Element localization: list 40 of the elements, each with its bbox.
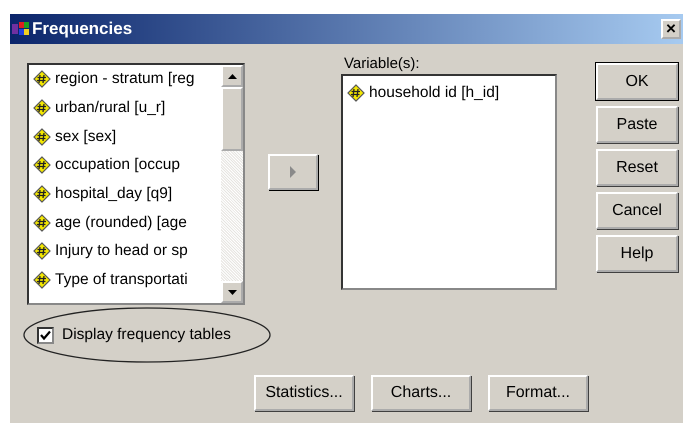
variable-list[interactable]: region - stratum [reg urban/rural [u_r] sex [sex] occupation [occup hospital_day [q9] age (rounded) [age Injury to head or sp Type of transportati — [27, 63, 245, 305]
close-button[interactable]: × — [661, 19, 681, 39]
numeric-variable-icon — [33, 242, 51, 260]
app-icon — [12, 21, 30, 37]
variable-name[interactable]: Injury to head or sp — [55, 242, 188, 260]
variable-name[interactable]: Type of transportati — [55, 271, 188, 290]
right-arrow-icon — [289, 166, 297, 178]
dialog-button[interactable]: Statistics... — [254, 375, 354, 411]
down-arrow-icon — [228, 290, 236, 294]
numeric-variable-icon — [33, 271, 51, 290]
numeric-variable-icon — [33, 128, 51, 146]
dialog-button[interactable]: Format... — [488, 375, 588, 411]
variable-name[interactable]: household id [h_id] — [369, 84, 500, 102]
variable-name[interactable]: hospital_day [q9] — [55, 185, 172, 204]
scroll-thumb[interactable] — [221, 87, 243, 151]
numeric-variable-icon — [33, 156, 51, 174]
numeric-variable-icon — [33, 70, 51, 88]
variable-name[interactable]: age (rounded) [age — [55, 214, 187, 232]
checkbox[interactable] — [37, 326, 54, 344]
numeric-variable-icon — [33, 185, 51, 204]
scroll-up-button[interactable] — [221, 65, 243, 87]
variable-name[interactable]: sex [sex] — [55, 128, 116, 146]
dialog-button[interactable]: OK — [596, 63, 678, 100]
dialog-button[interactable]: Paste — [596, 106, 678, 143]
selected-variables-list[interactable]: household id [h_id] — [341, 74, 557, 290]
variable-name[interactable]: occupation [occup — [55, 156, 180, 174]
variables-label: Variable(s): — [344, 55, 421, 74]
scroll-down-button[interactable] — [221, 281, 243, 303]
numeric-variable-icon — [347, 84, 365, 102]
up-arrow-icon — [228, 74, 236, 78]
numeric-variable-icon — [33, 99, 51, 118]
variable-name[interactable]: urban/rural [u_r] — [55, 99, 166, 118]
scrollbar[interactable] — [221, 65, 243, 303]
window-title: Frequencies — [32, 19, 134, 39]
dialog-button[interactable]: Charts... — [371, 375, 471, 411]
dialog-button[interactable]: Help — [596, 235, 678, 272]
dialog-button[interactable]: Cancel — [596, 192, 678, 229]
numeric-variable-icon — [33, 214, 51, 232]
variable-name[interactable]: region - stratum [reg — [55, 70, 195, 88]
dialog-button[interactable]: Reset — [596, 149, 678, 186]
